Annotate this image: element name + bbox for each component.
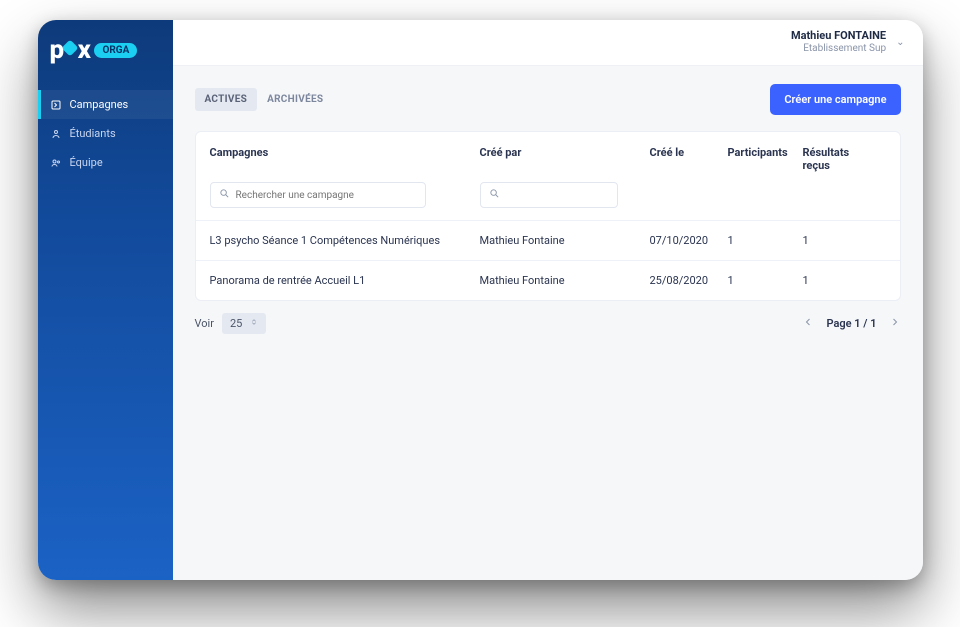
prev-page-button[interactable] [802, 316, 814, 331]
search-icon [219, 188, 230, 202]
col-header-participants: Participants [728, 146, 803, 172]
search-icon [489, 188, 500, 202]
author-search[interactable] [480, 182, 618, 208]
page-size-value: 25 [230, 317, 242, 330]
cell-created: 25/08/2020 [650, 274, 728, 287]
campaigns-table: Campagnes Créé par Créé le Participants … [195, 131, 901, 301]
logo-pix-text: px [50, 35, 91, 65]
next-page-button[interactable] [889, 316, 901, 331]
sidebar-nav: Campagnes Étudiants Équipe [38, 90, 173, 177]
col-header-campaign: Campagnes [210, 146, 480, 172]
select-caret-icon [250, 317, 258, 330]
table-filters [196, 182, 900, 220]
cell-participants: 1 [728, 274, 803, 287]
table-header: Campagnes Créé par Créé le Participants … [196, 132, 900, 182]
pager-right: Page 1 / 1 [802, 316, 900, 331]
sidebar-item-equipe[interactable]: Équipe [38, 148, 173, 177]
user-name: Mathieu FONTAINE [791, 30, 886, 43]
cell-created: 07/10/2020 [650, 234, 728, 247]
pager-see-label: Voir [195, 317, 214, 330]
user-org: Etablissement Sup [791, 43, 886, 55]
logo: px ORGA [38, 20, 173, 80]
table-row[interactable]: L3 psycho Séance 1 Compétences Numérique… [196, 220, 900, 260]
tabs-row: ACTIVES ARCHIVÉES Créer une campagne [195, 84, 901, 115]
col-header-results: Résultats reçus [803, 146, 863, 172]
tab-archivees[interactable]: ARCHIVÉES [257, 88, 333, 111]
topbar: Mathieu FONTAINE Etablissement Sup ⌄ [173, 20, 923, 66]
cell-author: Mathieu Fontaine [480, 274, 650, 287]
sidebar-item-etudiants[interactable]: Étudiants [38, 119, 173, 148]
cell-results: 1 [803, 234, 863, 247]
cell-participants: 1 [728, 234, 803, 247]
sidebar-item-label: Étudiants [70, 127, 116, 140]
sidebar: px ORGA Campagnes Étudiants Équipe [38, 20, 173, 580]
col-header-created: Créé le [650, 146, 728, 172]
sidebar-item-campagnes[interactable]: Campagnes [38, 90, 173, 119]
page-size-select[interactable]: 25 [222, 313, 266, 334]
tab-actives[interactable]: ACTIVES [195, 88, 258, 111]
cell-author: Mathieu Fontaine [480, 234, 650, 247]
user-block: Mathieu FONTAINE Etablissement Sup [791, 30, 886, 54]
team-icon [50, 157, 62, 169]
col-header-author: Créé par [480, 146, 650, 172]
logo-dot-icon [61, 40, 78, 57]
app-window: px ORGA Campagnes Étudiants Équipe Mathi… [38, 20, 923, 580]
logo-orga-badge: ORGA [94, 43, 137, 58]
tabs: ACTIVES ARCHIVÉES [195, 88, 334, 111]
pager: Voir 25 Page 1 / 1 [195, 313, 901, 334]
create-campaign-button[interactable]: Créer une campagne [770, 84, 900, 115]
author-search-input[interactable] [506, 190, 609, 201]
user-menu[interactable]: Mathieu FONTAINE Etablissement Sup ⌄ [791, 30, 905, 54]
cell-campaign: Panorama de rentrée Accueil L1 [210, 274, 480, 287]
sidebar-item-label: Équipe [70, 156, 103, 169]
main: Mathieu FONTAINE Etablissement Sup ⌄ ACT… [173, 20, 923, 580]
campaign-search[interactable] [210, 182, 426, 208]
campaigns-icon [50, 99, 62, 111]
table-row[interactable]: Panorama de rentrée Accueil L1 Mathieu F… [196, 260, 900, 300]
chevron-down-icon: ⌄ [896, 37, 904, 48]
page-indicator: Page 1 / 1 [826, 317, 876, 330]
pager-left: Voir 25 [195, 313, 267, 334]
students-icon [50, 128, 62, 140]
campaign-search-input[interactable] [236, 190, 417, 201]
cell-campaign: L3 psycho Séance 1 Compétences Numérique… [210, 234, 480, 247]
sidebar-item-label: Campagnes [70, 98, 129, 111]
content: ACTIVES ARCHIVÉES Créer une campagne Cam… [173, 66, 923, 580]
cell-results: 1 [803, 274, 863, 287]
